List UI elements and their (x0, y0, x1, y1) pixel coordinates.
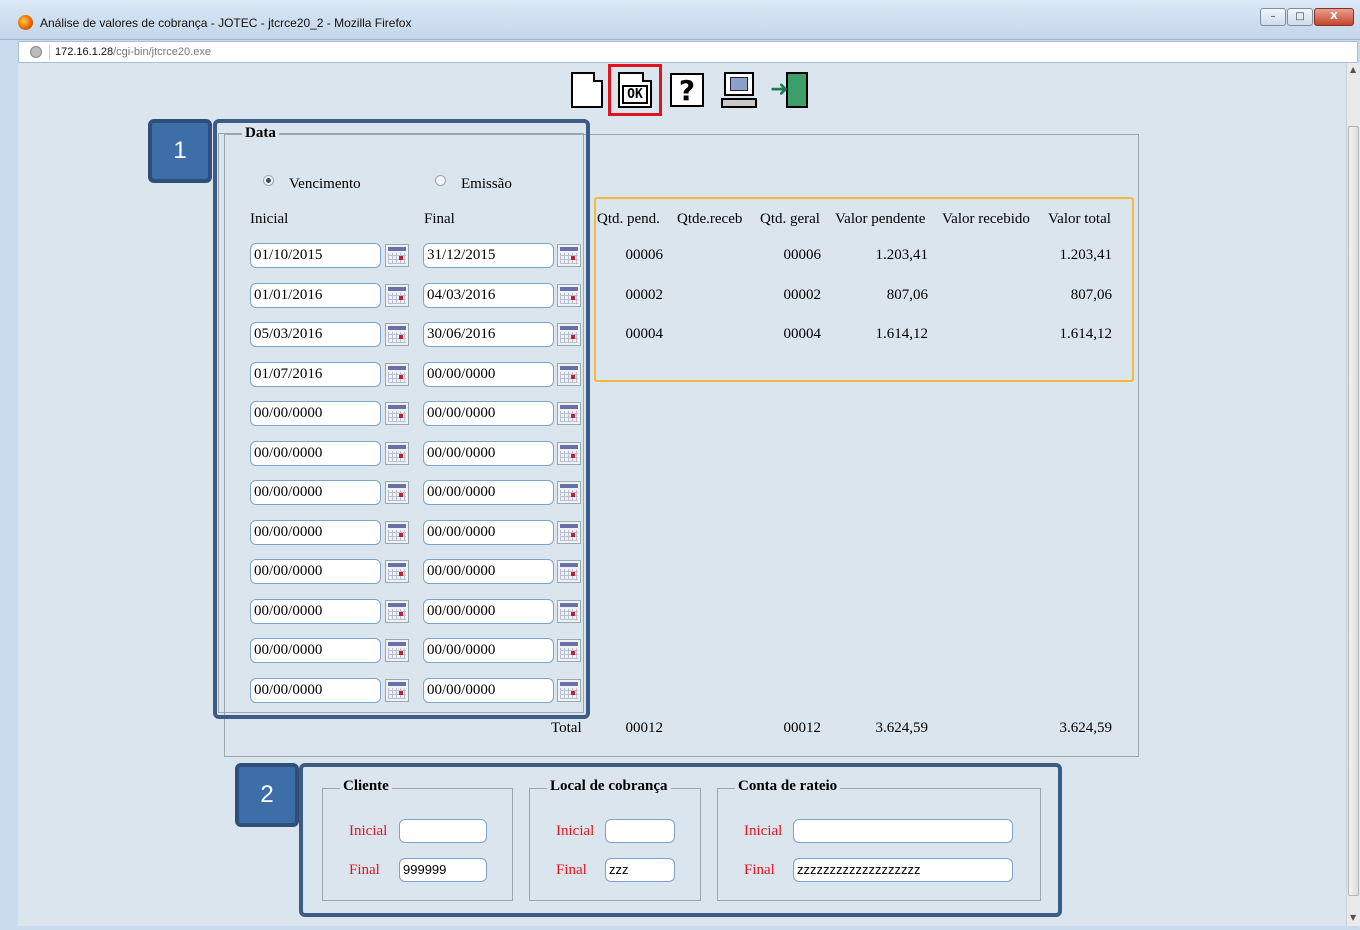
window-title: Análise de valores de cobrança - JOTEC -… (40, 16, 412, 30)
annotation-box-2 (299, 763, 1062, 917)
calendar-mark (571, 375, 575, 379)
calendar-mark (399, 414, 403, 418)
calendar-mark (571, 572, 575, 576)
globe-icon (30, 46, 42, 58)
calendar-mark (399, 375, 403, 379)
results-cell-qtd-pend: 00002 (625, 287, 664, 303)
scroll-down-arrow-icon[interactable]: ▼ (1350, 913, 1356, 922)
calendar-mark (399, 533, 403, 537)
calendar-mark (571, 335, 575, 339)
results-cell-valor-total: 1.203,41 (1059, 247, 1113, 263)
new-document-icon[interactable] (568, 70, 608, 110)
firefox-icon (18, 15, 33, 30)
close-button[interactable]: X (1314, 8, 1354, 26)
results-header: Qtde.receb (677, 211, 743, 227)
results-header: Qtd. pend. (597, 211, 660, 227)
scroll-up-arrow-icon[interactable]: ▲ (1350, 65, 1356, 74)
computer-report-icon[interactable] (719, 70, 759, 110)
calendar-mark (399, 335, 403, 339)
results-cell-valor-total: 807,06 (1070, 287, 1112, 303)
calendar-mark (399, 572, 403, 576)
results-cell-valor-pendente: 807,06 (886, 287, 928, 303)
total-valor-pendente: 3.624,59 (875, 720, 929, 736)
total-qtd-geral: 00012 (783, 720, 822, 736)
results-cell-qtd-geral: 00002 (783, 287, 822, 303)
results-header: Valor total (1048, 211, 1111, 227)
calendar-mark (399, 612, 403, 616)
window-titlebar: Análise de valores de cobrança - JOTEC -… (0, 0, 1360, 40)
calendar-mark (399, 296, 403, 300)
total-valor-total: 3.624,59 (1059, 720, 1113, 736)
results-cell-qtd-geral: 00006 (783, 247, 822, 263)
calendar-mark (571, 691, 575, 695)
ok-highlight-box (608, 64, 662, 116)
exit-door-icon[interactable]: ➜ (770, 70, 810, 110)
results-cell-qtd-pend: 00004 (625, 326, 664, 342)
help-icon[interactable]: ? (667, 70, 707, 110)
calendar-mark (399, 691, 403, 695)
window-frame-left (0, 40, 18, 930)
window-frame-bottom (0, 926, 1360, 930)
total-label: Total (551, 720, 582, 736)
results-cell-valor-pendente: 1.614,12 (875, 326, 929, 342)
scrollbar-thumb[interactable] (1348, 126, 1359, 896)
minimize-button[interactable]: – (1260, 8, 1286, 26)
calendar-mark (571, 296, 575, 300)
calendar-mark (571, 493, 575, 497)
vertical-scrollbar[interactable]: ▲ ▼ (1346, 63, 1360, 927)
calendar-mark (571, 533, 575, 537)
results-cell-qtd-pend: 00006 (625, 247, 664, 263)
calendar-mark (571, 414, 575, 418)
total-qtd-pend: 00012 (625, 720, 664, 736)
annotation-box-1 (213, 119, 590, 719)
results-header: Valor recebido (942, 211, 1030, 227)
address-bar[interactable]: 172.16.1.28/cgi-bin/jtcrce20.exe (18, 41, 1358, 63)
address-separator (49, 45, 50, 60)
results-cell-qtd-geral: 00004 (783, 326, 822, 342)
calendar-mark (399, 651, 403, 655)
annotation-badge-1: 1 (148, 119, 212, 183)
calendar-mark (571, 256, 575, 260)
calendar-mark (399, 256, 403, 260)
calendar-mark (399, 493, 403, 497)
results-header: Valor pendente (835, 211, 926, 227)
annotation-badge-2: 2 (235, 763, 299, 827)
maximize-button[interactable]: □ (1287, 8, 1313, 26)
window-controls: – □ X (1259, 8, 1354, 26)
results-cell-valor-total: 1.614,12 (1059, 326, 1113, 342)
calendar-mark (571, 651, 575, 655)
results-cell-valor-pendente: 1.203,41 (875, 247, 929, 263)
url-text: 172.16.1.28/cgi-bin/jtcrce20.exe (55, 46, 211, 58)
results-header: Qtd. geral (760, 211, 820, 227)
calendar-mark (571, 454, 575, 458)
calendar-mark (571, 612, 575, 616)
calendar-mark (399, 454, 403, 458)
